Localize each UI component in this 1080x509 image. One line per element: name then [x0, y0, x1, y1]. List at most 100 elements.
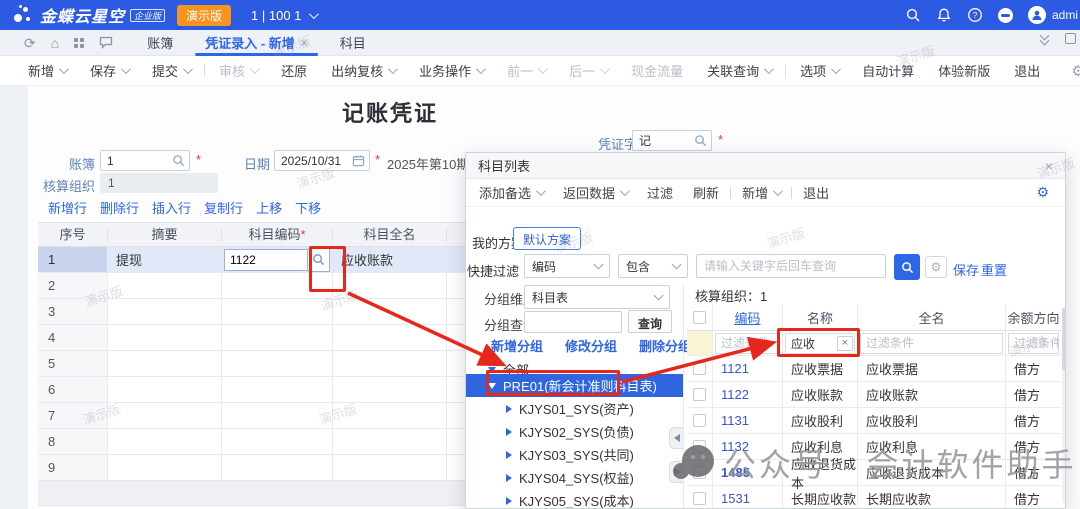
tree-collapsed-icon[interactable]	[506, 497, 512, 505]
row-checkbox[interactable]	[693, 466, 706, 479]
avatar[interactable]	[1028, 6, 1046, 24]
account-row[interactable]: 1122应收账款应收账款借方	[687, 382, 1061, 408]
notification-bell-icon[interactable]	[936, 7, 952, 23]
tree-node-asset[interactable]: KJYS01_SYS(资产)	[506, 399, 634, 418]
tree-node-cost[interactable]: KJYS05_SYS(成本)	[506, 491, 634, 509]
toolbar-save[interactable]: 保存	[90, 61, 128, 80]
book-field[interactable]	[100, 150, 190, 171]
header-name[interactable]: 名称	[783, 304, 858, 330]
tree-collapsed-icon[interactable]	[506, 474, 512, 482]
help-icon[interactable]: ?	[967, 7, 983, 23]
tab-voucher-entry[interactable]: 凭证录入 - 新增 ×	[189, 30, 324, 56]
delete-row-link[interactable]: 删除行	[100, 198, 139, 217]
expand-icon[interactable]	[1065, 33, 1076, 44]
search-icon[interactable]	[905, 7, 921, 23]
toolbar-submit[interactable]: 提交	[152, 61, 190, 80]
filter-operator-select[interactable]: 包含	[618, 254, 688, 278]
default-plan-button[interactable]: 默认方案	[513, 227, 581, 250]
grid-row-empty[interactable]: 7	[38, 403, 465, 429]
header-code[interactable]: 编码	[713, 304, 783, 330]
account-row[interactable]: 1485应收退货成本应收退货成本借方	[687, 460, 1061, 486]
group-query-input[interactable]	[524, 311, 622, 333]
grid-row-empty[interactable]: 9	[38, 455, 465, 481]
apps-grid-icon[interactable]	[74, 38, 84, 48]
date-input[interactable]	[275, 154, 352, 168]
tree-node-common[interactable]: KJYS03_SYS(共同)	[506, 445, 634, 464]
tab-close-icon[interactable]: ×	[301, 36, 308, 50]
tree-node-equity[interactable]: KJYS04_SYS(权益)	[506, 468, 634, 487]
account-row[interactable]: 1121应收票据应收票据借方	[687, 356, 1061, 382]
org-switcher[interactable]: 1 | 100 1	[251, 8, 316, 23]
edit-group-link[interactable]: 修改分组	[565, 336, 617, 355]
grid-row-empty[interactable]: 5	[38, 351, 465, 377]
grid-row-empty[interactable]: 4	[38, 325, 465, 351]
row-summary-cell[interactable]: 提现	[108, 247, 222, 272]
tree-collapsed-icon[interactable]	[506, 428, 512, 436]
grid-row-empty[interactable]: 3	[38, 299, 465, 325]
filter-button[interactable]: 过滤	[647, 183, 673, 202]
voucher-word-input[interactable]	[633, 134, 694, 148]
header-balance-direction[interactable]: 余额方向	[1006, 304, 1061, 330]
toolbar-exit[interactable]: 退出	[1014, 61, 1040, 80]
filter-settings-gear-icon[interactable]: ⚙	[925, 256, 947, 278]
exit-button[interactable]: 退出	[803, 183, 829, 202]
reset-link[interactable]: 重置	[981, 260, 1007, 279]
row-checkbox[interactable]	[693, 440, 706, 453]
home-icon[interactable]: ⌂	[51, 36, 59, 50]
move-up-link[interactable]: 上移	[256, 198, 282, 217]
tree-node-liability[interactable]: KJYS02_SYS(负债)	[506, 422, 634, 441]
select-all-checkbox[interactable]	[693, 311, 706, 324]
user-name[interactable]: admi	[1052, 8, 1078, 22]
search-button[interactable]	[894, 254, 920, 280]
gear-icon[interactable]: ⚙	[1072, 62, 1080, 80]
close-icon[interactable]: ×	[1045, 158, 1053, 174]
refresh-button[interactable]: 刷新	[693, 183, 719, 202]
table-scrollbar[interactable]	[1062, 308, 1066, 503]
message-icon[interactable]	[99, 36, 113, 49]
toolbar-business-ops[interactable]: 业务操作	[419, 61, 483, 80]
move-down-link[interactable]: 下移	[295, 198, 321, 217]
insert-row-link[interactable]: 插入行	[152, 198, 191, 217]
add-candidate-button[interactable]: 添加备选	[479, 183, 543, 202]
account-code-input[interactable]	[224, 249, 308, 271]
splitter-collapse-left-handle[interactable]	[669, 427, 683, 449]
keyword-search-input[interactable]	[696, 254, 886, 278]
save-link[interactable]: 保存	[953, 260, 979, 279]
row-checkbox[interactable]	[693, 362, 706, 375]
do-not-disturb-icon[interactable]	[998, 8, 1013, 23]
add-group-link[interactable]: 新增分组	[491, 336, 543, 355]
account-row[interactable]: 1131应收股利应收股利借方	[687, 408, 1061, 434]
grid-row-1[interactable]: 1 提现 应收账款	[38, 247, 465, 273]
fullname-filter-input[interactable]	[860, 333, 1003, 354]
return-data-button[interactable]: 返回数据	[563, 183, 627, 202]
toolbar-auto-calc[interactable]: 自动计算	[862, 61, 914, 80]
add-row-link[interactable]: 新增行	[48, 198, 87, 217]
toolbar-restore[interactable]: 还原	[281, 61, 307, 80]
group-dim-select[interactable]: 科目表	[524, 285, 670, 309]
splitter-collapse-right-handle[interactable]	[669, 461, 683, 483]
filter-field-select[interactable]: 编码	[524, 254, 610, 278]
tree-collapsed-icon[interactable]	[506, 405, 512, 413]
row-checkbox[interactable]	[693, 414, 706, 427]
grid-row-empty[interactable]: 2	[38, 273, 465, 299]
grid-row-empty[interactable]: 6	[38, 377, 465, 403]
toolbar-new[interactable]: 新增	[28, 61, 66, 80]
direction-filter-input[interactable]	[1008, 333, 1059, 354]
tree-collapsed-icon[interactable]	[506, 451, 512, 459]
tab-account[interactable]: 科目	[324, 30, 382, 56]
code-filter-input[interactable]	[715, 333, 780, 354]
collapse-double-chevron-icon[interactable]	[1039, 33, 1051, 45]
search-icon[interactable]	[172, 154, 185, 167]
toolbar-options[interactable]: 选项	[800, 61, 838, 80]
toolbar-related-query[interactable]: 关联查询	[707, 61, 771, 80]
date-field[interactable]	[274, 150, 370, 171]
new-button[interactable]: 新增	[742, 183, 780, 202]
tab-ledger[interactable]: 账簿	[131, 30, 189, 56]
sync-icon[interactable]: ⟳	[24, 36, 36, 50]
calendar-icon[interactable]	[352, 154, 365, 167]
book-input[interactable]	[101, 154, 172, 168]
voucher-word-field[interactable]	[632, 130, 712, 151]
header-fullname[interactable]: 全名	[858, 304, 1006, 330]
toolbar-try-new[interactable]: 体验新版	[938, 61, 990, 80]
group-query-button[interactable]: 查询	[628, 310, 672, 333]
